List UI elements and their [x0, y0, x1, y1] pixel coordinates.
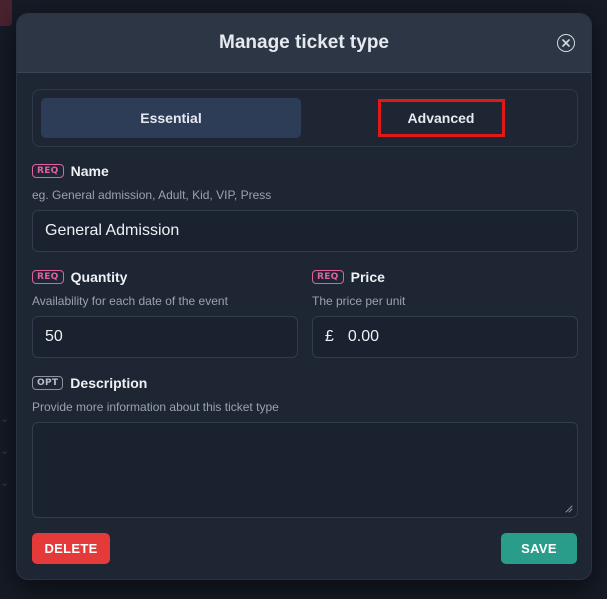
- chevron-down-icon: ⌄: [0, 412, 10, 425]
- name-input[interactable]: General Admission: [32, 210, 578, 252]
- name-label-group: REQ Name: [32, 163, 109, 179]
- required-badge: REQ: [32, 164, 64, 178]
- manage-ticket-modal: Manage ticket type Essential Advanced RE…: [16, 13, 592, 580]
- quantity-input[interactable]: 50: [32, 316, 298, 358]
- chevron-down-icon: ⌄: [0, 444, 10, 457]
- optional-badge: OPT: [32, 376, 64, 390]
- quantity-label-group: REQ Quantity: [32, 269, 127, 285]
- price-hint: The price per unit: [312, 294, 406, 308]
- tab-essential-label: Essential: [140, 110, 202, 126]
- chevron-down-icon: ⌄: [0, 476, 10, 489]
- currency-symbol: £: [325, 328, 334, 345]
- description-textarea[interactable]: [32, 422, 578, 518]
- price-label-group: REQ Price: [312, 269, 385, 285]
- price-label: Price: [350, 269, 385, 285]
- tab-advanced-label: Advanced: [407, 110, 475, 126]
- background-accent: [0, 0, 12, 26]
- highlight-box: Advanced: [377, 99, 505, 137]
- price-input-value: 0.00: [347, 328, 380, 345]
- quantity-label: Quantity: [70, 269, 128, 285]
- required-badge: REQ: [32, 270, 64, 284]
- tab-bar: Essential Advanced: [32, 89, 578, 147]
- description-hint: Provide more information about this tick…: [32, 400, 279, 414]
- quantity-hint: Availability for each date of the event: [32, 294, 228, 308]
- tab-advanced[interactable]: Advanced: [311, 98, 571, 138]
- name-input-value: General Admission: [45, 222, 180, 239]
- resize-handle-icon[interactable]: [565, 505, 573, 513]
- save-button[interactable]: SAVE: [501, 533, 577, 564]
- quantity-input-value: 50: [45, 328, 63, 345]
- price-input[interactable]: £ 0.00: [312, 316, 578, 358]
- modal-header: Manage ticket type: [17, 14, 591, 73]
- required-badge: REQ: [312, 270, 344, 284]
- tab-essential[interactable]: Essential: [41, 98, 301, 138]
- description-label: Description: [70, 375, 148, 391]
- description-label-group: OPT Description: [32, 375, 147, 391]
- name-label: Name: [70, 163, 109, 179]
- close-button[interactable]: [557, 34, 575, 52]
- save-button-label: SAVE: [521, 541, 557, 556]
- name-hint: eg. General admission, Adult, Kid, VIP, …: [32, 188, 272, 202]
- delete-button[interactable]: DELETE: [32, 533, 110, 564]
- delete-button-label: DELETE: [44, 541, 98, 556]
- modal-title: Manage ticket type: [219, 32, 389, 53]
- close-icon: [562, 39, 570, 47]
